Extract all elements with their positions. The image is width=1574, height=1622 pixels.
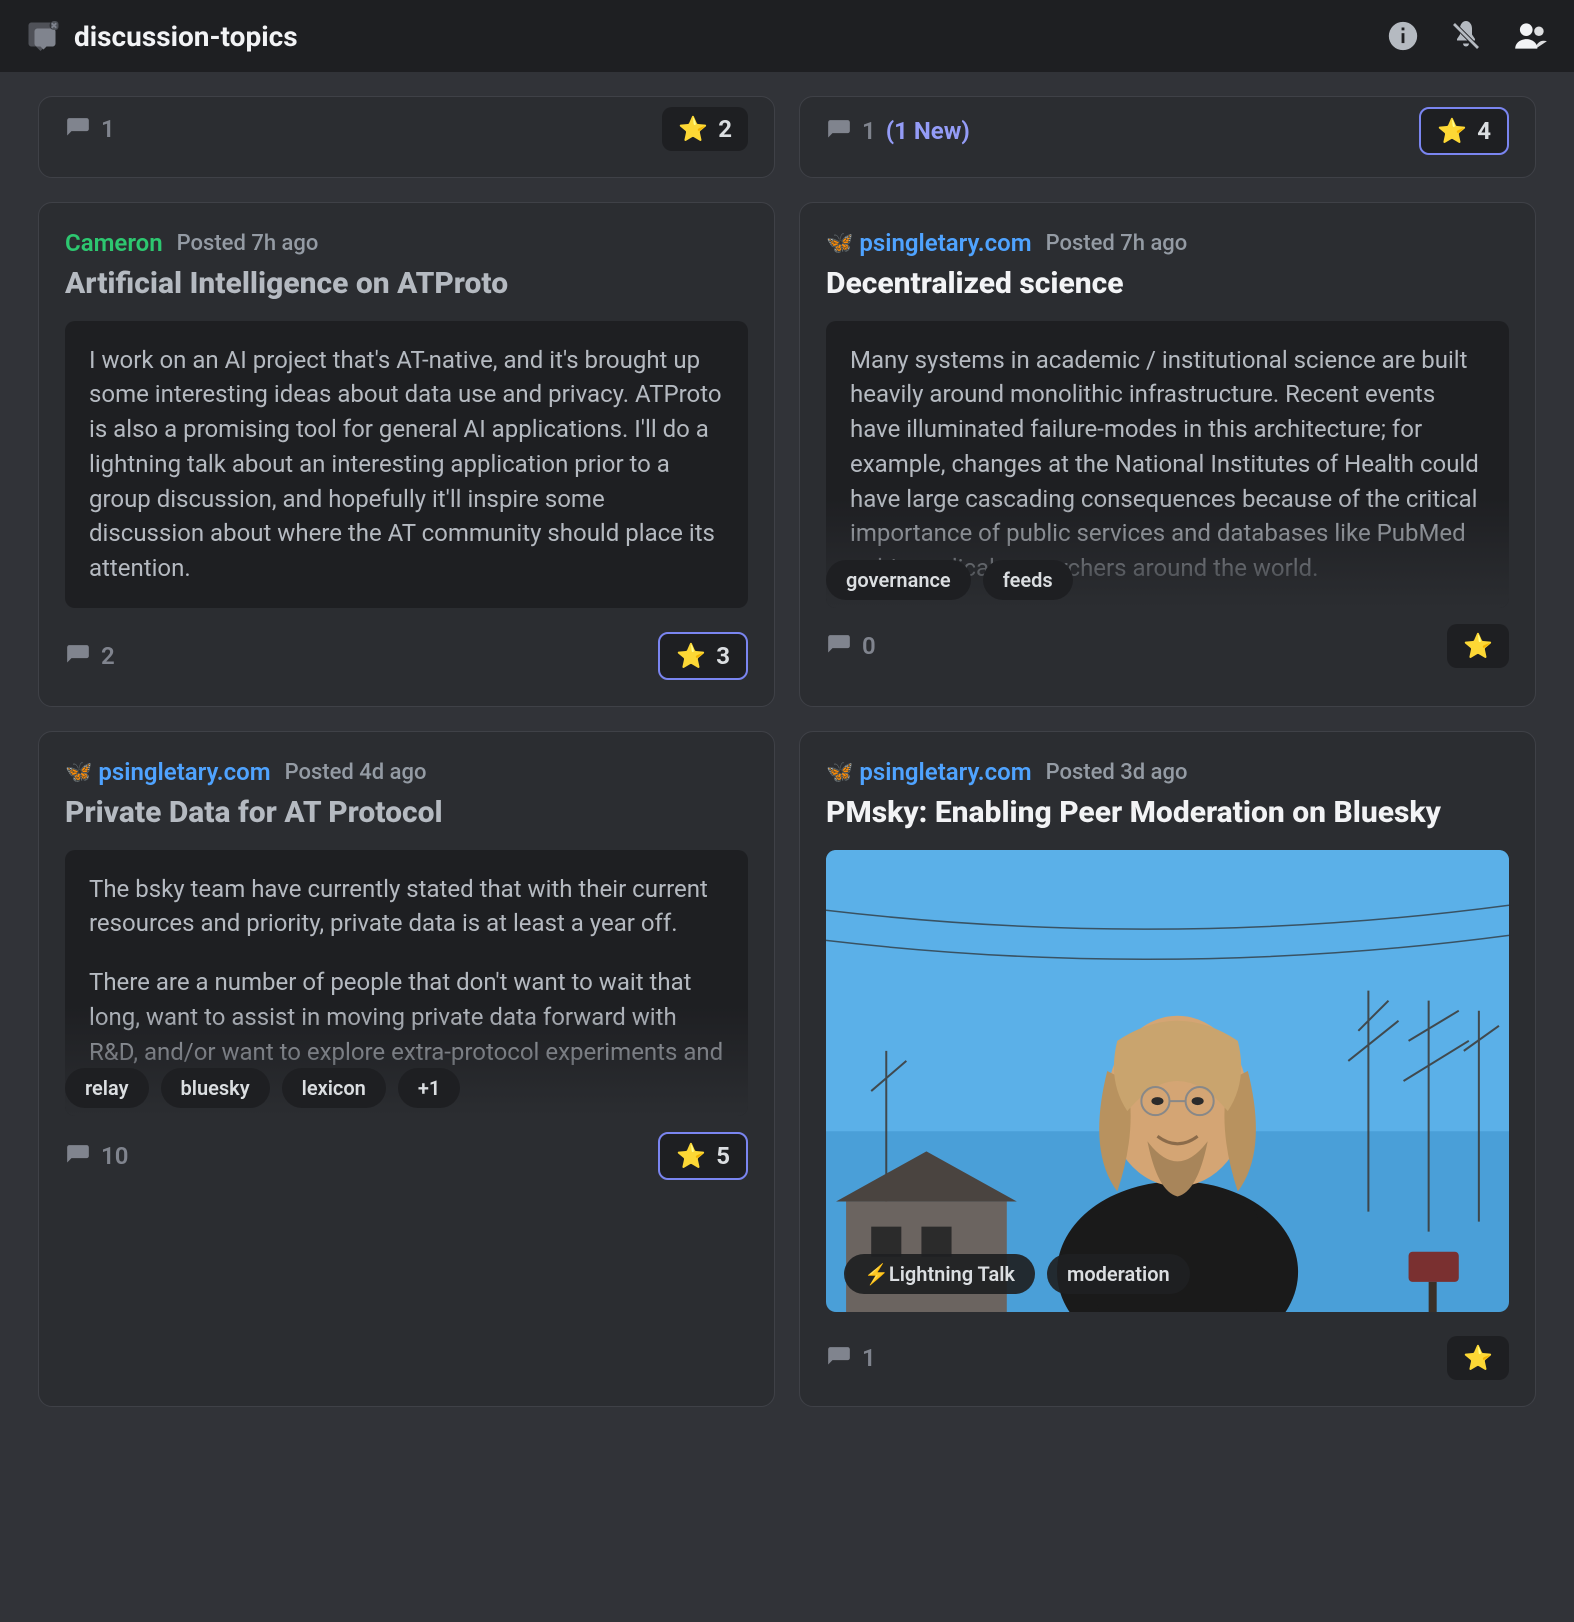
post-title: Artificial Intelligence on ATProto [65, 265, 748, 303]
comment-count[interactable]: 1 [65, 115, 115, 143]
tag-row: governance feeds [826, 560, 1509, 600]
card-footer: 1 ⭐ 2 [65, 97, 748, 151]
star-reaction-button[interactable]: ⭐ 3 [658, 632, 748, 680]
forum-card[interactable]: 🦋 psingletary.com Posted 4d ago Private … [38, 731, 775, 1407]
star-icon: ⭐ [676, 1142, 706, 1170]
forum-card-partial[interactable]: 1 (1 New) ⭐ 4 [799, 96, 1536, 178]
tag[interactable]: lexicon [282, 1068, 386, 1108]
author-name[interactable]: 🦋 psingletary.com [65, 758, 271, 786]
author-name[interactable]: 🦋 psingletary.com [826, 758, 1032, 786]
comment-icon [65, 643, 91, 669]
new-messages-link[interactable]: (1 New) [886, 117, 970, 145]
channel-name: discussion-topics [74, 20, 298, 53]
topbar-left: discussion-topics [24, 18, 298, 54]
forum-card[interactable]: 🦋 psingletary.com Posted 3d ago PMsky: E… [799, 731, 1536, 1407]
comment-count[interactable]: 0 [826, 632, 876, 660]
tag[interactable]: moderation [1047, 1254, 1190, 1294]
star-icon: ⭐ [1437, 117, 1467, 145]
comment-count[interactable]: 1 [826, 1344, 876, 1372]
post-excerpt: I work on an AI project that's AT-native… [65, 321, 748, 609]
comment-count[interactable]: 1 (1 New) [826, 117, 970, 145]
card-footer: 0 ⭐ [826, 624, 1509, 668]
post-timestamp: Posted 3d ago [1046, 760, 1188, 785]
tag-row: ⚡Lightning Talk moderation [844, 1254, 1190, 1294]
star-icon: ⭐ [678, 115, 708, 143]
comment-icon [826, 1345, 852, 1371]
comment-icon [65, 1143, 91, 1169]
post-timestamp: Posted 7h ago [1046, 231, 1188, 256]
tag[interactable]: governance [826, 560, 971, 600]
card-meta: 🦋 psingletary.com Posted 4d ago [65, 758, 748, 786]
comment-count[interactable]: 2 [65, 642, 115, 670]
post-title: PMsky: Enabling Peer Moderation on Blues… [826, 794, 1509, 832]
comment-icon [65, 116, 91, 142]
post-timestamp: Posted 7h ago [177, 231, 319, 256]
tag[interactable]: relay [65, 1068, 149, 1108]
tag-row: relay bluesky lexicon +1 [65, 1068, 748, 1108]
butterfly-icon: 🦋 [65, 760, 92, 785]
info-icon[interactable] [1386, 19, 1420, 53]
tag-more[interactable]: +1 [398, 1068, 460, 1108]
card-footer: 2 ⭐ 3 [65, 632, 748, 680]
post-image: ⚡Lightning Talk moderation [826, 850, 1509, 1312]
star-reaction-button[interactable]: ⭐ 4 [1419, 107, 1509, 155]
butterfly-icon: 🦋 [826, 760, 853, 785]
topbar: discussion-topics [0, 0, 1574, 72]
post-title: Private Data for AT Protocol [65, 794, 748, 832]
card-meta: 🦋 psingletary.com Posted 7h ago [826, 229, 1509, 257]
star-icon: ⭐ [1463, 632, 1493, 660]
notifications-muted-icon[interactable] [1448, 18, 1484, 54]
star-icon: ⭐ [676, 642, 706, 670]
comment-count[interactable]: 10 [65, 1142, 128, 1170]
tag[interactable]: feeds [983, 560, 1073, 600]
post-title: Decentralized science [826, 265, 1509, 303]
comment-icon [826, 118, 852, 144]
forum-card[interactable]: 🦋 psingletary.com Posted 7h ago Decentra… [799, 202, 1536, 707]
star-reaction-button[interactable]: ⭐ 2 [662, 107, 748, 151]
butterfly-icon: 🦋 [826, 231, 853, 256]
card-footer: 1 ⭐ [826, 1336, 1509, 1380]
tag[interactable]: bluesky [161, 1068, 270, 1108]
card-footer: 10 ⭐ 5 [65, 1132, 748, 1180]
topbar-actions [1386, 17, 1550, 55]
star-reaction-button[interactable]: ⭐ [1447, 1336, 1509, 1380]
post-timestamp: Posted 4d ago [285, 760, 427, 785]
author-name[interactable]: 🦋 psingletary.com [826, 229, 1032, 257]
forum-channel-icon [24, 18, 60, 54]
forum-card-partial[interactable]: 1 ⭐ 2 [38, 96, 775, 178]
card-footer: 1 (1 New) ⭐ 4 [826, 97, 1509, 155]
members-icon[interactable] [1512, 17, 1550, 55]
forum-grid: 1 ⭐ 2 1 (1 New) ⭐ 4 Cameron [0, 72, 1574, 1437]
card-meta: 🦋 psingletary.com Posted 3d ago [826, 758, 1509, 786]
comment-icon [826, 633, 852, 659]
star-reaction-button[interactable]: ⭐ 5 [658, 1132, 748, 1180]
tag[interactable]: ⚡Lightning Talk [844, 1254, 1035, 1294]
star-reaction-button[interactable]: ⭐ [1447, 624, 1509, 668]
forum-card[interactable]: Cameron Posted 7h ago Artificial Intelli… [38, 202, 775, 707]
star-icon: ⭐ [1463, 1344, 1493, 1372]
card-meta: Cameron Posted 7h ago [65, 229, 748, 257]
author-name[interactable]: Cameron [65, 229, 163, 257]
